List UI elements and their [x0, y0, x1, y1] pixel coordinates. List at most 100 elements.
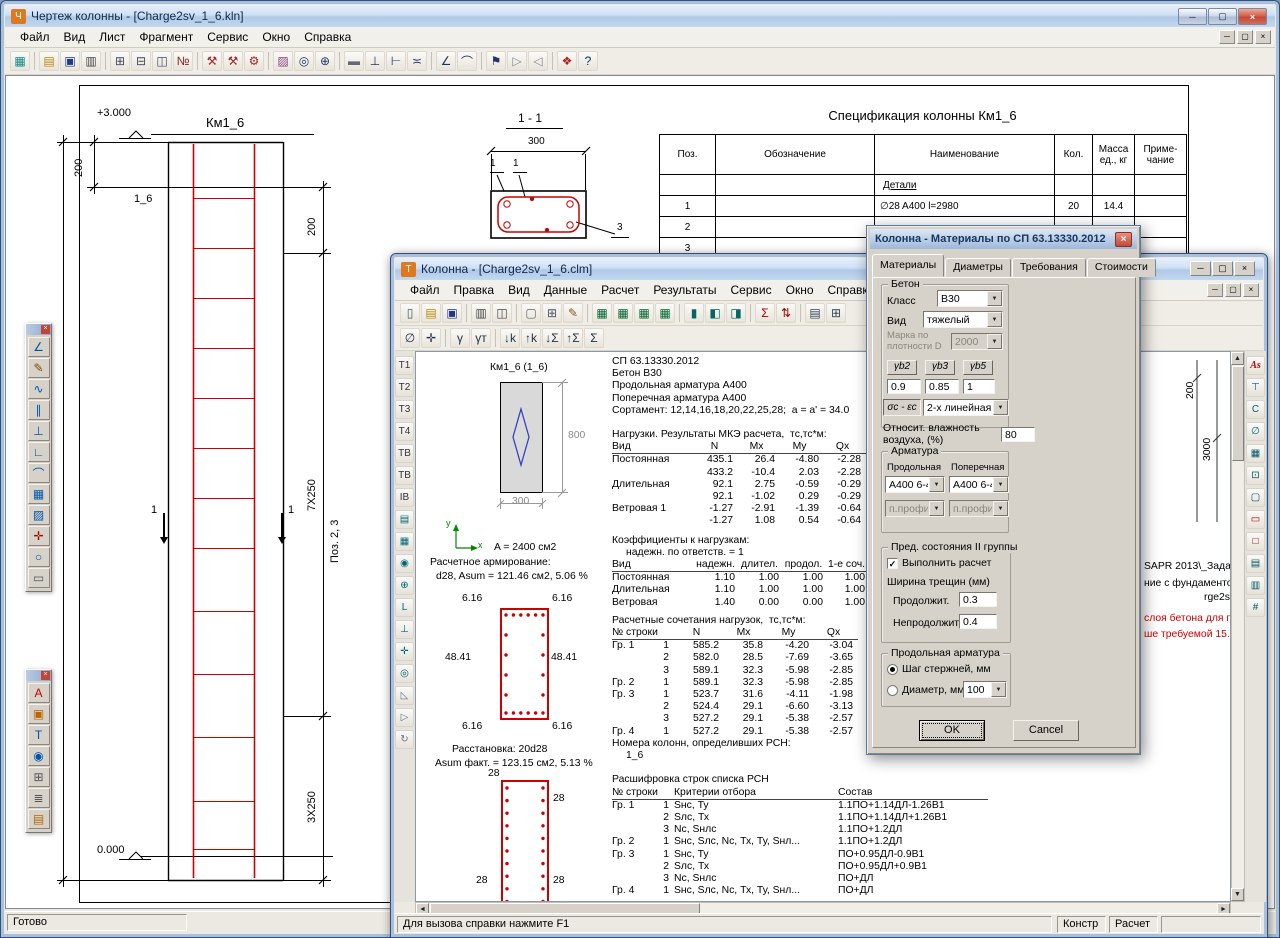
table-rows-icon[interactable]: ▤ [1246, 554, 1265, 573]
beam-red-icon[interactable]: ▭ [1246, 510, 1265, 529]
open-icon[interactable]: ▤ [421, 303, 441, 323]
picture-icon[interactable]: ▣ [28, 704, 50, 724]
sigma-epsilon-button[interactable]: σс - εс [883, 399, 921, 416]
refresh-icon[interactable]: ↻ [395, 730, 414, 749]
menu-item-Результаты[interactable]: Результаты [646, 281, 723, 299]
polyline-icon[interactable]: ∿ [28, 379, 50, 399]
rebar-c-icon[interactable]: С [1246, 400, 1265, 419]
bars-diagram-icon[interactable]: ▮ [684, 303, 704, 323]
l-section-icon[interactable]: L [395, 598, 414, 617]
dropdown-arrow-icon[interactable]: ▼ [993, 477, 1008, 492]
mdi-restore-button[interactable]: ▢ [1237, 30, 1253, 44]
doc-list-icon[interactable]: ≣ [28, 788, 50, 808]
print-icon[interactable]: ▥ [81, 51, 101, 71]
long-crack-field[interactable]: 0.3 [959, 592, 997, 607]
scheme-tb-icon[interactable]: ТВ [395, 466, 414, 485]
save-icon[interactable]: ▣ [442, 303, 462, 323]
open-icon[interactable]: ▤ [39, 51, 59, 71]
tab-Диаметры[interactable]: Диаметры [945, 258, 1011, 277]
tab-Стоимости[interactable]: Стоимости [1087, 258, 1156, 277]
bar-diameter-radio[interactable]: Диаметр, мм [887, 684, 964, 696]
gamma-f-icon[interactable]: γ [450, 328, 470, 348]
spacing-value-select[interactable]: 100▼ [963, 681, 1007, 698]
palette-header[interactable]: × [26, 670, 51, 681]
scheme-ib-icon[interactable]: IВ [395, 488, 414, 507]
paste-icon[interactable]: ⊟ [131, 51, 151, 71]
menu-item-Окно[interactable]: Окно [255, 28, 297, 46]
menu-item-Окно[interactable]: Окно [779, 281, 821, 299]
dropdown-arrow-icon[interactable]: ▼ [993, 400, 1008, 415]
dim-vertical-icon[interactable]: ⊥ [365, 51, 385, 71]
frame-box-icon[interactable]: ▢ [1246, 488, 1265, 507]
palette-close-icon[interactable]: × [41, 671, 50, 680]
menu-item-Сервис[interactable]: Сервис [200, 28, 255, 46]
zoom-icon[interactable]: ◎ [294, 51, 314, 71]
axes-cross-icon[interactable]: ✛ [28, 526, 50, 546]
table-results-icon[interactable]: ▦ [655, 303, 675, 323]
fi-n-icon[interactable]: ∅ [400, 328, 420, 348]
diameter-icon[interactable]: ∅ [1246, 422, 1265, 441]
slab-teal-icon[interactable]: ▤ [395, 510, 414, 529]
cancel-button[interactable]: Cancel [1013, 720, 1079, 741]
gamma-b2-button[interactable]: γb2 [887, 360, 917, 375]
dropdown-arrow-icon[interactable]: ▼ [987, 312, 1002, 327]
save-icon[interactable]: ▣ [60, 51, 80, 71]
new-icon[interactable]: ▯ [400, 303, 420, 323]
print-icon[interactable]: ▥ [471, 303, 491, 323]
menu-item-Лист[interactable]: Лист [92, 28, 132, 46]
grid-icon[interactable]: ▦ [28, 484, 50, 504]
mesh-teal-icon[interactable]: ▦ [395, 532, 414, 551]
minimize-button[interactable]: ─ [1190, 261, 1211, 276]
scroll-up-icon[interactable]: ▲ [1231, 352, 1244, 365]
doc-copy-icon[interactable]: ⊞ [28, 767, 50, 787]
sigma-down-icon[interactable]: ↓Σ [542, 328, 562, 348]
trans-reinf-select[interactable]: A400 6-4▼ [949, 476, 1009, 493]
mirror-icon[interactable]: ◁ [528, 51, 548, 71]
gamma-t-icon[interactable]: γт [471, 328, 491, 348]
gamma-b5-field[interactable]: 1 [963, 379, 995, 394]
triangle-icon[interactable]: ◺ [395, 686, 414, 705]
close-button[interactable]: × [1238, 8, 1267, 25]
edit-pencil-icon[interactable]: ✎ [563, 303, 583, 323]
run-icon[interactable]: ▷ [395, 708, 414, 727]
table-rsn-icon[interactable]: ▦ [634, 303, 654, 323]
sum-icon[interactable]: Σ [755, 303, 775, 323]
dialog-titlebar[interactable]: Колонна - Материалы по СП 63.13330.2012 … [870, 229, 1137, 249]
rebar-top-icon[interactable]: ⊤ [1246, 378, 1265, 397]
table-cols-icon[interactable]: ▥ [1246, 576, 1265, 595]
cross-section-icon[interactable]: ✛ [395, 642, 414, 661]
tab-Материалы[interactable]: Материалы [872, 254, 944, 277]
copy-icon[interactable]: ⊞ [110, 51, 130, 71]
copy-icon[interactable]: ⊞ [542, 303, 562, 323]
fragments-icon[interactable]: ◫ [152, 51, 172, 71]
preview-icon[interactable]: ◫ [492, 303, 512, 323]
numbering-icon[interactable]: № [173, 51, 193, 71]
as-results-icon[interactable]: As [1246, 356, 1265, 375]
pencil-icon[interactable]: ✎ [28, 358, 50, 378]
perpendicular-icon[interactable]: ⊥ [28, 421, 50, 441]
box-section-icon[interactable]: ◎ [395, 664, 414, 683]
t-section-icon[interactable]: ⊥ [395, 620, 414, 639]
dim-angle-icon[interactable]: ∠ [436, 51, 456, 71]
hammer-2-icon[interactable]: ⚒ [223, 51, 243, 71]
report-table-icon[interactable]: ▤ [805, 303, 825, 323]
k-up-icon[interactable]: ↑k [521, 328, 541, 348]
hatch-icon[interactable]: ▨ [28, 505, 50, 525]
zoom-plus-icon[interactable]: ⊕ [315, 51, 335, 71]
gamma-b3-field[interactable]: 0.85 [925, 379, 959, 394]
table-loads-icon[interactable]: ▦ [613, 303, 633, 323]
help-icon[interactable]: ? [578, 51, 598, 71]
corner-icon[interactable]: ∟ [28, 442, 50, 462]
text-a-icon[interactable]: А [28, 683, 50, 703]
book-icon[interactable]: ❖ [557, 51, 577, 71]
k-down-icon[interactable]: ↓k [500, 328, 520, 348]
dropdown-arrow-icon[interactable]: ▼ [991, 682, 1006, 697]
protractor-icon[interactable]: ∠ [28, 337, 50, 357]
vscroll-thumb[interactable] [1232, 366, 1244, 461]
maximize-button[interactable]: ▢ [1208, 8, 1237, 25]
long-reinf-select[interactable]: A400 6-4▼ [885, 476, 945, 493]
menu-item-Справка[interactable]: Справка [297, 28, 358, 46]
main-titlebar[interactable]: Ч Чертеж колонны - [Charge2sv_1_6.kln] ─… [5, 5, 1275, 27]
short-crack-field[interactable]: 0.4 [959, 614, 997, 629]
perform-calc-checkbox[interactable]: ✓ Выполнить расчет [887, 557, 991, 569]
